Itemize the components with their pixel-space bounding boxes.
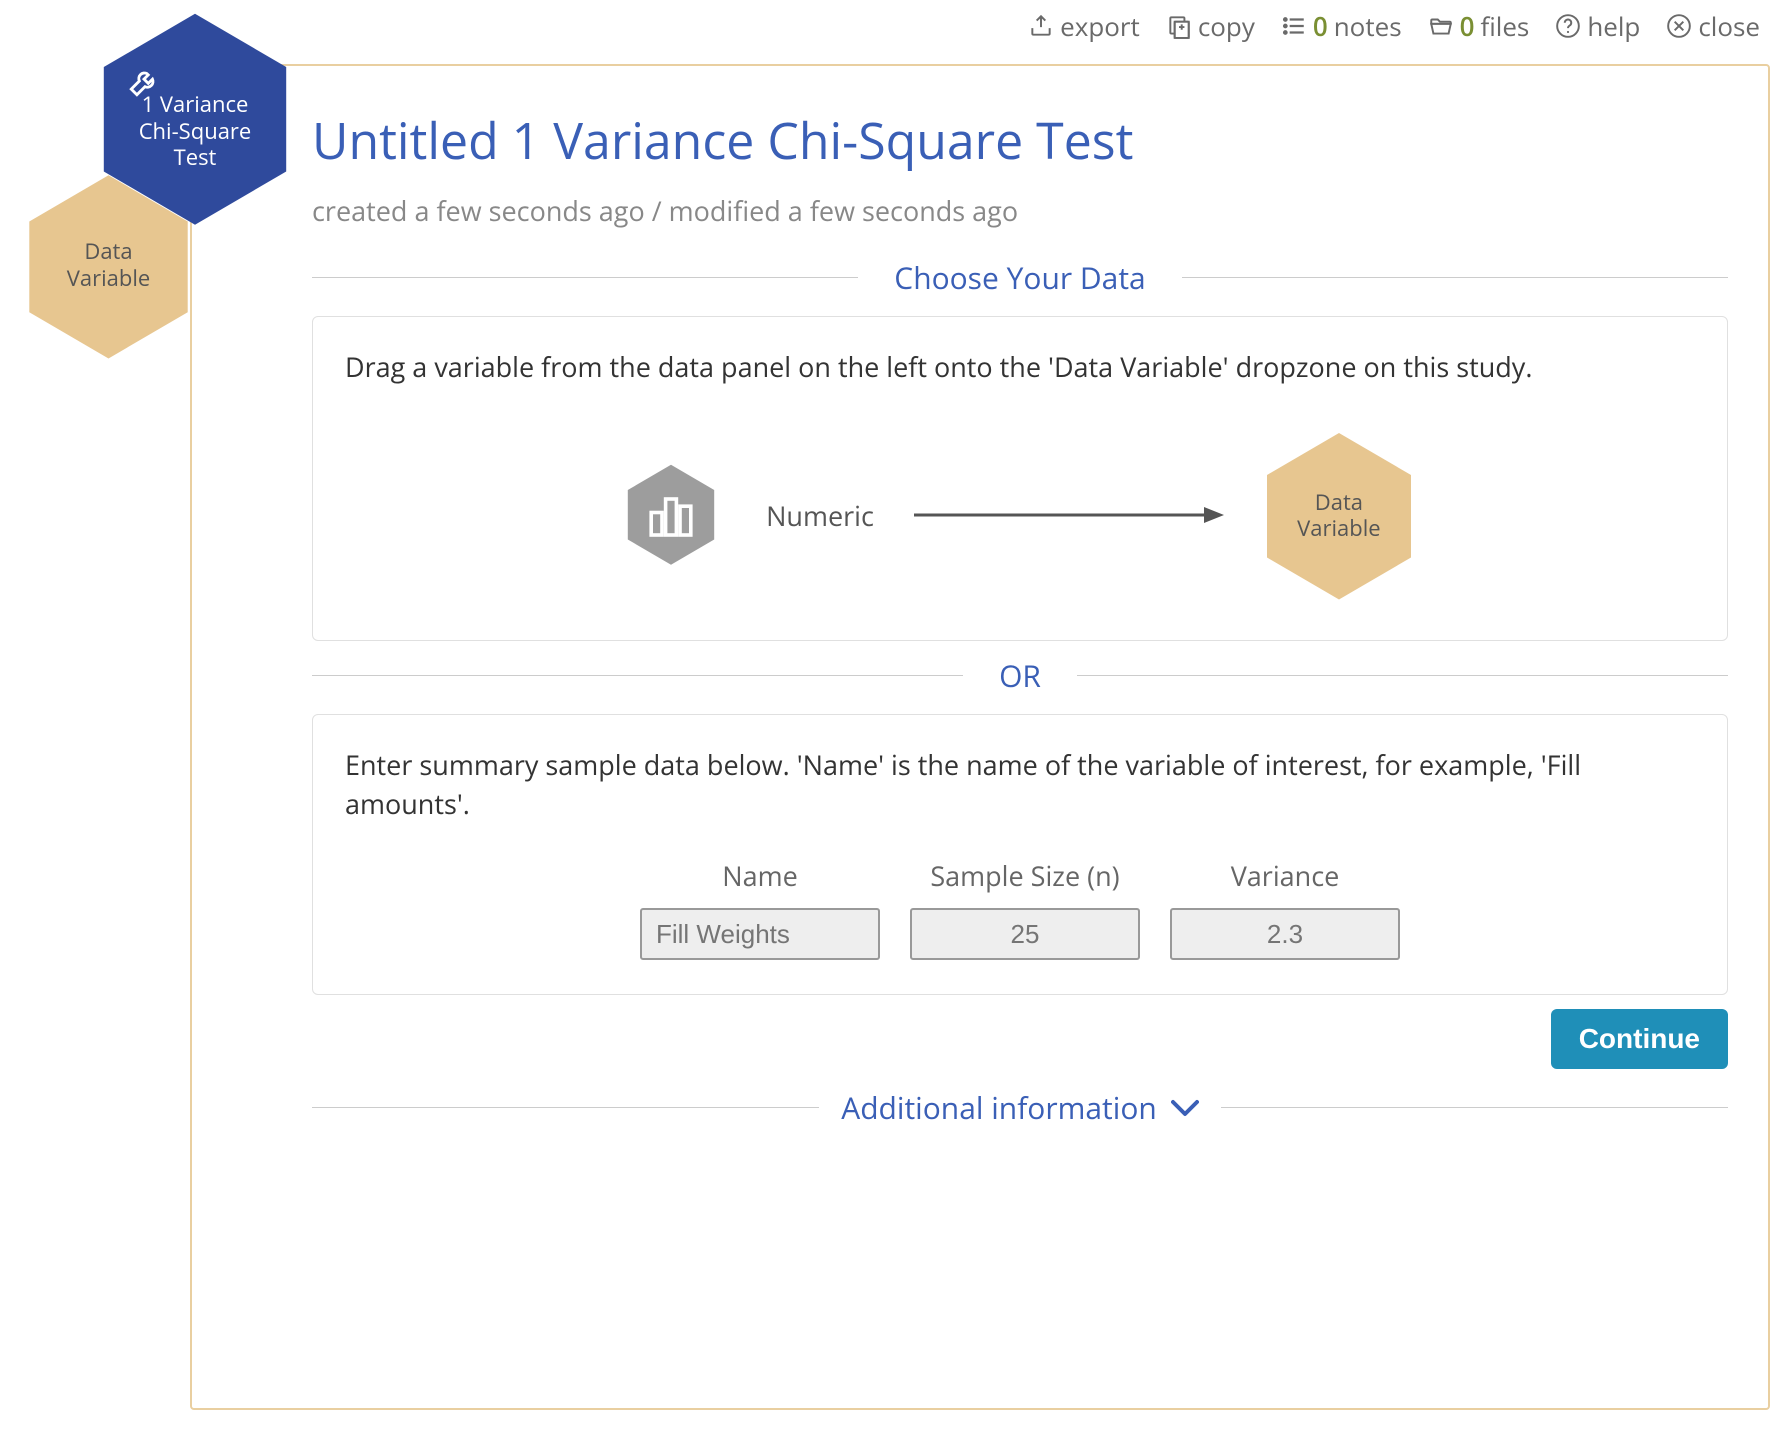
n-header: Sample Size (n) bbox=[930, 857, 1119, 894]
help-icon bbox=[1555, 13, 1581, 39]
or-divider: OR bbox=[312, 655, 1728, 696]
summary-box: Enter summary sample data below. 'Name' … bbox=[312, 714, 1728, 995]
test-hex-line3: Test bbox=[174, 142, 217, 172]
close-button[interactable]: close bbox=[1666, 8, 1760, 44]
help-label: help bbox=[1587, 8, 1640, 44]
name-input[interactable] bbox=[640, 908, 880, 960]
notes-button[interactable]: 0 notes bbox=[1281, 8, 1402, 44]
data-variable-hex[interactable]: Data Variable bbox=[26, 172, 191, 357]
choose-data-heading: Choose Your Data bbox=[858, 257, 1181, 298]
copy-label: copy bbox=[1198, 8, 1255, 44]
chevron-down-icon bbox=[1171, 1098, 1199, 1118]
export-label: export bbox=[1060, 8, 1140, 44]
notes-label: notes bbox=[1334, 8, 1402, 44]
additional-info-divider: Additional information bbox=[312, 1087, 1728, 1128]
numeric-label: Numeric bbox=[766, 497, 874, 534]
export-icon bbox=[1028, 13, 1054, 39]
dropzone-line2: Variable bbox=[1287, 513, 1390, 543]
variance-input[interactable] bbox=[1170, 908, 1400, 960]
variance-header: Variance bbox=[1231, 857, 1340, 894]
wrench-icon bbox=[127, 65, 161, 99]
continue-button[interactable]: Continue bbox=[1551, 1009, 1728, 1069]
files-count: 0 bbox=[1460, 8, 1475, 44]
close-icon bbox=[1666, 13, 1692, 39]
drag-instruction: Drag a variable from the data panel on t… bbox=[345, 347, 1695, 386]
or-label: OR bbox=[963, 655, 1077, 696]
top-toolbar: export copy 0 notes 0 files help close bbox=[1028, 8, 1760, 44]
list-icon bbox=[1281, 13, 1307, 39]
sample-size-input[interactable] bbox=[910, 908, 1140, 960]
help-button[interactable]: help bbox=[1555, 8, 1640, 44]
dv-hex-line2: Variable bbox=[67, 263, 150, 293]
arrow-icon bbox=[914, 503, 1224, 527]
meta-info: created a few seconds ago / modified a f… bbox=[312, 192, 1728, 229]
study-panel: Untitled 1 Variance Chi-Square Test crea… bbox=[190, 64, 1770, 1410]
page-title: Untitled 1 Variance Chi-Square Test bbox=[312, 106, 1728, 174]
drag-box: Drag a variable from the data panel on t… bbox=[312, 316, 1728, 641]
files-button[interactable]: 0 files bbox=[1428, 8, 1530, 44]
additional-info-label: Additional information bbox=[841, 1087, 1157, 1128]
copy-icon bbox=[1166, 13, 1192, 39]
close-label: close bbox=[1698, 8, 1760, 44]
numeric-type-icon bbox=[626, 463, 716, 567]
notes-count: 0 bbox=[1313, 8, 1328, 44]
copy-button[interactable]: copy bbox=[1166, 8, 1255, 44]
summary-instruction: Enter summary sample data below. 'Name' … bbox=[345, 745, 1695, 823]
additional-info-toggle[interactable]: Additional information bbox=[819, 1087, 1221, 1128]
folder-icon bbox=[1428, 13, 1454, 39]
export-button[interactable]: export bbox=[1028, 8, 1140, 44]
data-variable-dropzone[interactable]: Data Variable bbox=[1264, 430, 1414, 600]
choose-data-divider: Choose Your Data bbox=[312, 257, 1728, 298]
name-header: Name bbox=[722, 857, 798, 894]
files-label: files bbox=[1480, 8, 1529, 44]
